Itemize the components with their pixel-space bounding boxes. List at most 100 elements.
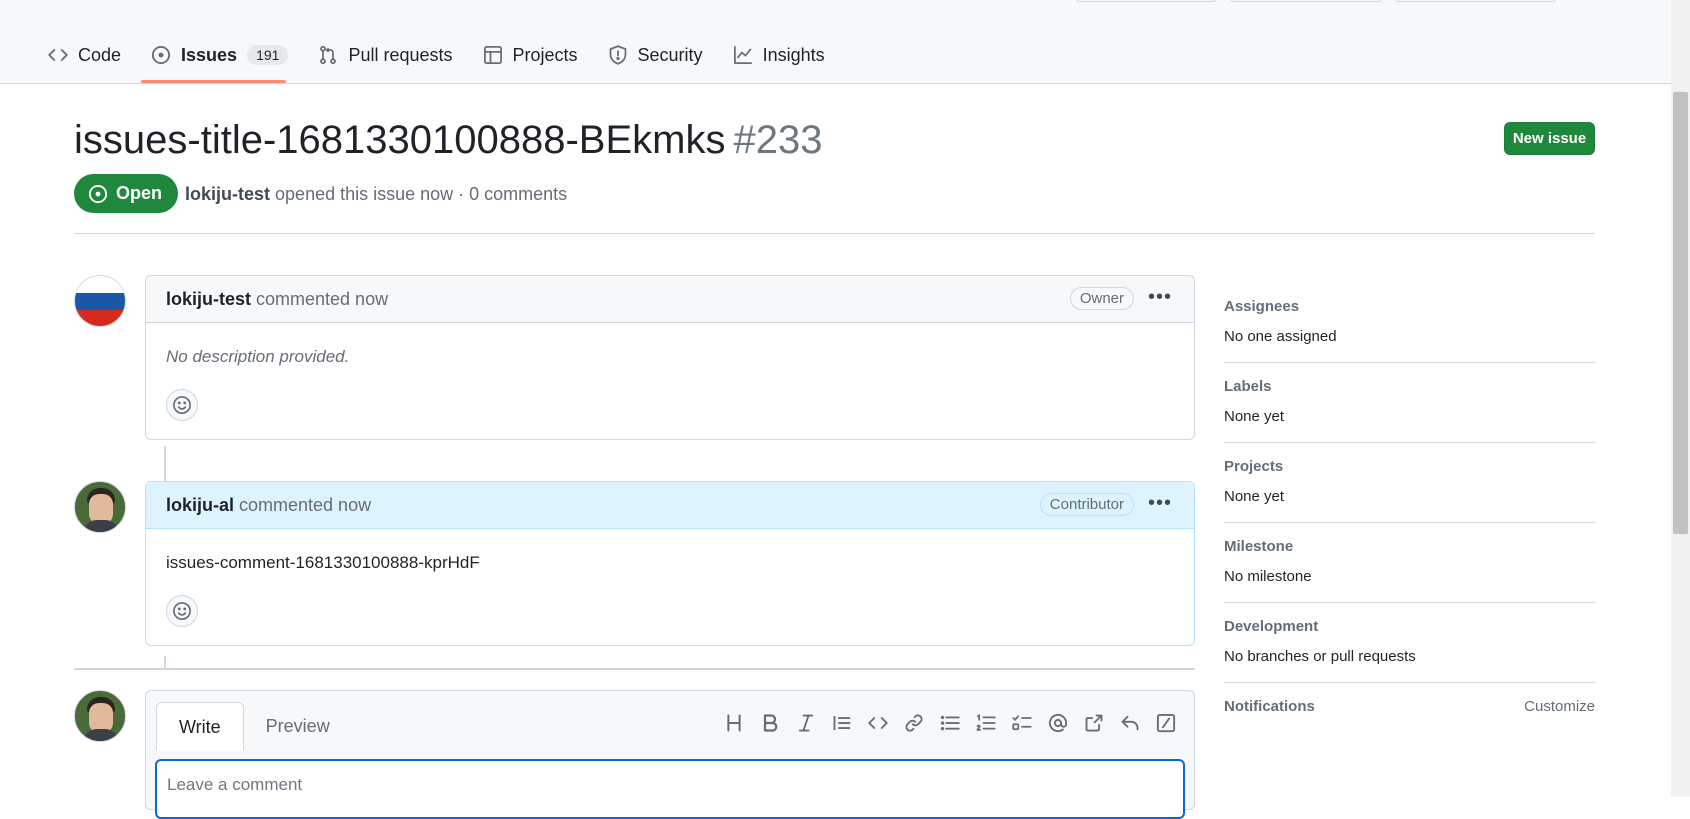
tab-label: Projects bbox=[512, 44, 578, 65]
header-button-stub[interactable] bbox=[1075, 0, 1217, 2]
shield-icon bbox=[609, 45, 626, 65]
issue-number: #233 bbox=[733, 118, 823, 162]
comment-author[interactable]: lokiju-al bbox=[166, 495, 234, 516]
comment-card: lokiju-test commented now Owner ••• No d… bbox=[145, 275, 1195, 440]
add-reaction-button[interactable] bbox=[166, 389, 198, 421]
code-icon bbox=[48, 49, 68, 61]
sidebar-notifications: Notifications Customize bbox=[1224, 683, 1595, 745]
heading-icon[interactable] bbox=[722, 711, 746, 735]
repo-header: Code Issues 191 Pull requests Projects S… bbox=[0, 0, 1671, 84]
sidebar-value: None yet bbox=[1224, 488, 1285, 505]
timeline-end-divider bbox=[74, 668, 1195, 670]
smiley-icon bbox=[173, 396, 191, 414]
cross-reference-icon[interactable] bbox=[1082, 711, 1106, 735]
sidebar-value: No one assigned bbox=[1224, 328, 1337, 345]
tasklist-icon[interactable] bbox=[1010, 711, 1034, 735]
avatar[interactable] bbox=[74, 481, 126, 533]
tab-label: Pull requests bbox=[348, 44, 453, 65]
scrollbar-thumb[interactable] bbox=[1673, 92, 1688, 534]
issue-title: issues-title-1681330100888-BEkmks #233 bbox=[74, 118, 822, 163]
header-button-stub[interactable] bbox=[1395, 0, 1557, 2]
tab-insights[interactable]: Insights bbox=[733, 40, 825, 70]
avatar[interactable] bbox=[74, 275, 126, 327]
tab-preview[interactable]: Preview bbox=[244, 702, 352, 750]
sidebar-milestone: Milestone No milestone bbox=[1224, 523, 1595, 603]
customize-link[interactable]: Customize bbox=[1524, 698, 1595, 728]
role-badge: Contributor bbox=[1039, 493, 1134, 516]
sidebar-labels: Labels None yet bbox=[1224, 363, 1595, 443]
sidebar-value: None yet bbox=[1224, 408, 1285, 425]
active-tab-underline bbox=[141, 80, 286, 83]
code-icon[interactable] bbox=[866, 711, 890, 735]
kebab-horizontal-icon[interactable]: ••• bbox=[1148, 286, 1172, 309]
tab-code[interactable]: Code bbox=[48, 40, 121, 70]
sidebar-value: No milestone bbox=[1224, 568, 1312, 585]
markdown-toolbar bbox=[710, 711, 1178, 735]
comment-body-text: No description provided. bbox=[166, 347, 350, 366]
ordered-list-icon[interactable] bbox=[974, 711, 998, 735]
issue-opened-icon bbox=[151, 45, 171, 65]
comment-editor: Write Preview Leave a comment bbox=[145, 690, 1195, 819]
editor-tabs: Write Preview bbox=[156, 702, 352, 751]
tab-label: Security bbox=[637, 44, 703, 65]
issues-count-badge: 191 bbox=[247, 45, 289, 65]
comment-textarea[interactable]: Leave a comment bbox=[155, 759, 1185, 819]
header-button-stub[interactable] bbox=[1230, 0, 1382, 2]
comment-card: lokiju-al commented now Contributor ••• … bbox=[145, 481, 1195, 646]
sidebar-value: No branches or pull requests bbox=[1224, 648, 1416, 665]
tab-issues[interactable]: Issues 191 bbox=[151, 40, 289, 70]
role-badge: Owner bbox=[1069, 287, 1134, 310]
issue-meta-text: opened this issue now · 0 comments bbox=[275, 184, 568, 204]
avatar[interactable] bbox=[74, 690, 126, 742]
sidebar-development: Development No branches or pull requests bbox=[1224, 603, 1595, 683]
issue-opened-icon bbox=[88, 184, 108, 203]
comment-header: lokiju-al commented now Contributor ••• bbox=[146, 482, 1194, 529]
kebab-horizontal-icon[interactable]: ••• bbox=[1148, 492, 1172, 515]
git-pull-request-icon bbox=[320, 45, 337, 65]
comment-time[interactable]: commented now bbox=[239, 495, 371, 516]
sidebar-heading[interactable]: Labels bbox=[1224, 378, 1595, 395]
comment-body: No description provided. bbox=[146, 323, 1194, 439]
new-issue-button[interactable]: New issue bbox=[1504, 122, 1595, 155]
sidebar-assignees: Assignees No one assigned bbox=[1224, 283, 1595, 363]
unordered-list-icon[interactable] bbox=[938, 711, 962, 735]
tab-write[interactable]: Write bbox=[156, 702, 244, 751]
add-reaction-button[interactable] bbox=[166, 595, 198, 627]
issue-meta: lokiju-test opened this issue now · 0 co… bbox=[185, 184, 567, 205]
italic-icon[interactable] bbox=[794, 711, 818, 735]
smiley-icon bbox=[173, 602, 191, 620]
issue-sidebar: Assignees No one assigned Labels None ye… bbox=[1224, 283, 1595, 745]
tab-label: Insights bbox=[762, 44, 825, 65]
issue-state-label: Open bbox=[116, 183, 163, 203]
issue-state-badge: Open bbox=[74, 174, 179, 213]
sidebar-heading[interactable]: Assignees bbox=[1224, 298, 1595, 315]
tab-projects[interactable]: Projects bbox=[483, 40, 578, 70]
issue-title-text: issues-title-1681330100888-BEkmks bbox=[74, 118, 726, 162]
tab-label: Issues bbox=[181, 44, 238, 65]
sidebar-heading[interactable]: Projects bbox=[1224, 458, 1595, 475]
comment-author[interactable]: lokiju-test bbox=[166, 289, 251, 310]
timeline-line bbox=[164, 656, 166, 668]
tab-label: Code bbox=[78, 44, 122, 65]
comment-body-text: issues-comment-1681330100888-kprHdF bbox=[166, 553, 480, 572]
slash-command-icon[interactable] bbox=[1154, 711, 1178, 735]
table-icon bbox=[483, 46, 502, 64]
comment-body: issues-comment-1681330100888-kprHdF bbox=[146, 529, 1194, 645]
bold-icon[interactable] bbox=[758, 711, 782, 735]
tab-pull-requests[interactable]: Pull requests bbox=[318, 40, 453, 70]
quote-icon[interactable] bbox=[830, 711, 854, 735]
sidebar-heading[interactable]: Milestone bbox=[1224, 538, 1595, 555]
sidebar-projects: Projects None yet bbox=[1224, 443, 1595, 523]
repo-nav-tabs: Code Issues 191 Pull requests Projects S… bbox=[48, 40, 855, 70]
issue-author-link[interactable]: lokiju-test bbox=[185, 184, 270, 204]
comment-time[interactable]: commented now bbox=[256, 289, 388, 310]
reply-icon[interactable] bbox=[1118, 711, 1142, 735]
sidebar-heading[interactable]: Development bbox=[1224, 618, 1595, 635]
comment-header: lokiju-test commented now Owner ••• bbox=[146, 276, 1194, 323]
link-icon[interactable] bbox=[902, 711, 926, 735]
graph-icon bbox=[733, 46, 752, 64]
mention-icon[interactable] bbox=[1046, 711, 1070, 735]
header-divider bbox=[74, 233, 1595, 234]
tab-security[interactable]: Security bbox=[608, 40, 703, 70]
scrollbar[interactable] bbox=[1671, 0, 1690, 797]
